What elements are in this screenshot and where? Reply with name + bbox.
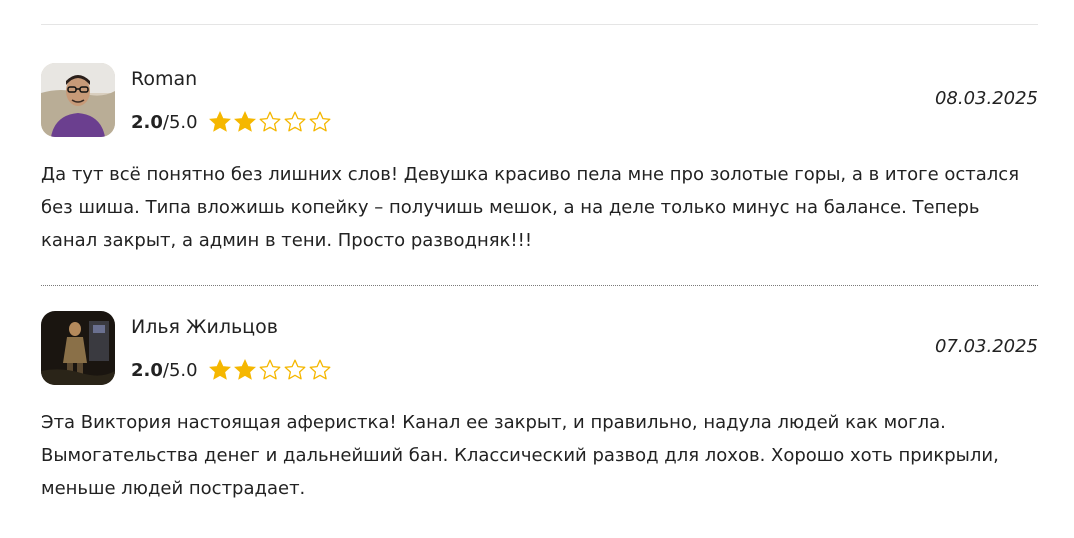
star-filled-icon: [233, 110, 257, 134]
review-rating: 2.0/5.0: [131, 357, 333, 383]
rating-max: /5.0: [162, 111, 198, 133]
star-rating: [208, 110, 333, 134]
star-empty-icon: [258, 358, 282, 382]
avatar: [41, 63, 115, 137]
rating-value: 2.0: [131, 111, 163, 133]
review-author: Roman: [131, 68, 198, 90]
star-filled-icon: [208, 358, 232, 382]
star-empty-icon: [283, 110, 307, 134]
review-text: Да тут всё понятно без лишних слов! Деву…: [41, 164, 1020, 251]
review-author: Илья Жильцов: [131, 316, 278, 338]
star-filled-icon: [208, 110, 232, 134]
avatar: [41, 311, 115, 385]
star-empty-icon: [258, 110, 282, 134]
top-divider: [41, 24, 1038, 25]
review-text: Эта Виктория настоящая аферистка! Канал …: [41, 412, 999, 499]
review-date: 07.03.2025: [934, 336, 1038, 357]
rating-max: /5.0: [162, 359, 198, 381]
review-date: 08.03.2025: [934, 88, 1038, 109]
review-rating: 2.0/5.0: [131, 109, 333, 135]
review-divider: [41, 285, 1038, 286]
star-filled-icon: [233, 358, 257, 382]
star-empty-icon: [283, 358, 307, 382]
star-empty-icon: [308, 110, 332, 134]
star-rating: [208, 358, 333, 382]
star-empty-icon: [308, 358, 332, 382]
rating-value: 2.0: [131, 359, 163, 381]
